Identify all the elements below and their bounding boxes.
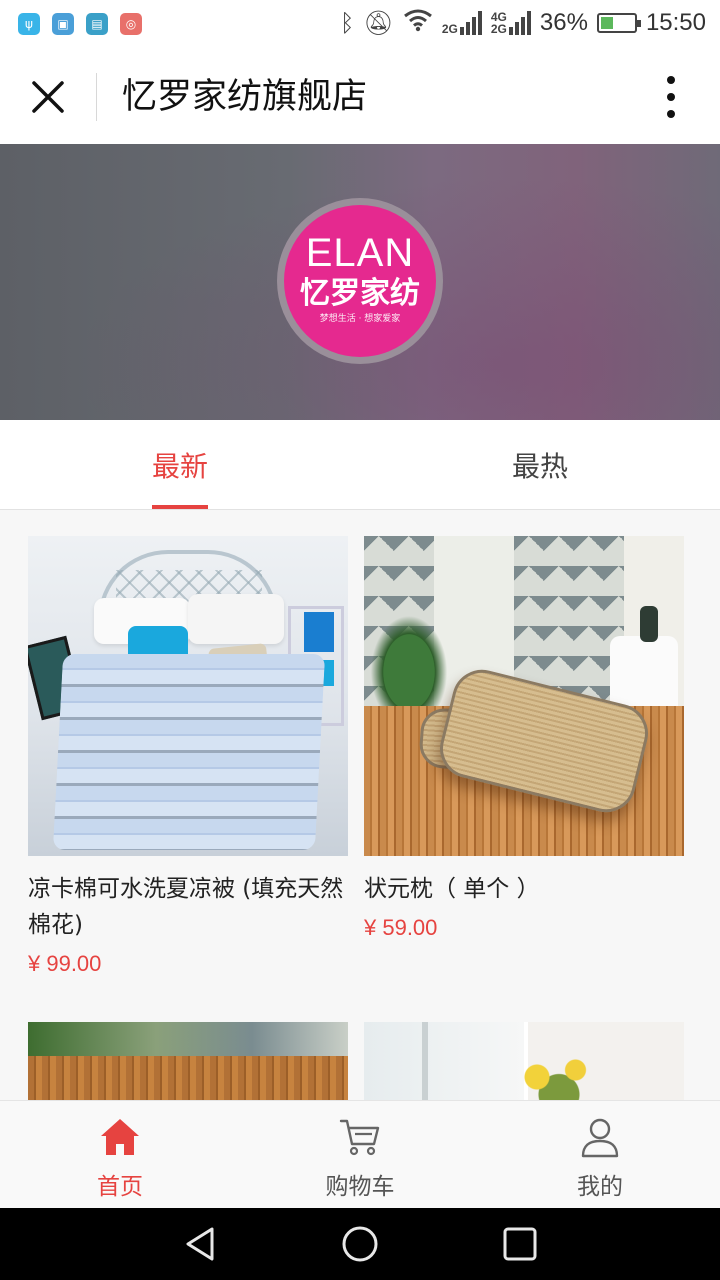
signal-icon-2: 4G 2G [491,11,531,35]
gallery-icon: ▣ [52,13,74,35]
close-button[interactable] [22,71,74,123]
product-card[interactable]: 状元枕（ 单个 ） ¥ 59.00 [364,536,684,941]
logo-text-cn: 忆罗家纺 [300,276,420,311]
system-icons: ᛒ 🔕︎ 2G 4G 2G 36% 15:50 [340,8,706,38]
recents-square-icon [503,1227,537,1261]
title-divider [96,73,97,121]
title-bar: 忆罗家纺旗舰店 [0,50,720,144]
back-triangle-icon [186,1227,214,1261]
signal-icon: 2G [442,11,482,35]
logo-slogan: 梦想生活 · 想家爱家 [319,314,401,324]
battery-icon [596,13,641,33]
logo-text-en: ELAN [305,231,415,275]
wifi-icon [403,8,433,38]
product-price: ¥ 99.00 [28,951,102,976]
sort-tabs: 最新 最热 [0,420,720,510]
screen: ψ ▣ ▤ ◎ ᛒ 🔕︎ 2G 4G 2G 36% 15:50 忆罗家纺旗舰店 … [0,0,720,1280]
store-logo[interactable]: ELAN 忆罗家纺 梦想生活 · 想家爱家 [284,205,436,357]
product-image[interactable] [364,1022,684,1100]
home-system-button[interactable] [340,1224,380,1264]
nav-label: 首页 [97,1174,143,1200]
nav-cart[interactable]: 购物车 [240,1101,480,1209]
nav-home[interactable]: 首页 [0,1101,240,1209]
tab-label: 最热 [511,449,568,483]
app-icon: ◎ [120,13,142,35]
product-card[interactable] [364,1022,684,1100]
back-button[interactable] [180,1224,220,1264]
status-bar: ψ ▣ ▤ ◎ ᛒ 🔕︎ 2G 4G 2G 36% 15:50 [0,0,720,50]
tab-newest[interactable]: 最新 [0,420,360,509]
product-price: ¥ 59.00 [364,915,438,940]
active-tab-indicator [152,505,208,509]
product-image[interactable] [364,536,684,856]
page-title: 忆罗家纺旗舰店 [122,77,368,117]
close-icon [32,81,64,113]
more-menu-button[interactable] [646,72,696,122]
product-name: 凉卡棉可水洗夏凉被 (填充天然棉花) [28,876,344,938]
tab-hottest[interactable]: 最热 [360,420,720,509]
product-name: 状元枕（ 单个 ） [364,876,540,902]
home-icon [101,1119,139,1155]
more-dot-icon [667,93,675,101]
more-dot-icon [667,110,675,118]
bottom-nav: 首页 购物车 我的 [0,1100,720,1208]
network-2g-label: 2G [490,22,507,36]
recents-button[interactable] [500,1224,540,1264]
nav-profile[interactable]: 我的 [480,1101,720,1209]
nav-label: 我的 [577,1174,623,1200]
product-image[interactable] [28,536,348,856]
clock: 15:50 [645,9,706,36]
home-circle-icon [342,1226,378,1262]
network-type-label: 2G [441,22,458,36]
product-image[interactable] [28,1022,348,1100]
user-icon [581,1118,619,1158]
battery-percent: 36% [539,9,588,36]
more-dot-icon [667,76,675,84]
tab-label: 最新 [151,449,208,483]
bluetooth-icon: ᛒ [339,9,355,37]
product-card[interactable] [28,1022,348,1100]
cart-icon [339,1119,380,1156]
nav-label: 购物车 [325,1174,395,1200]
notification-icons: ψ ▣ ▤ ◎ [18,13,142,35]
usb-icon: ψ [18,13,40,35]
product-card[interactable]: 凉卡棉可水洗夏凉被 (填充天然棉花) ¥ 99.00 [28,536,348,977]
system-nav-bar [0,1208,720,1280]
phone-manager-icon: ▤ [86,13,108,35]
mute-icon: 🔕︎ [363,9,394,37]
